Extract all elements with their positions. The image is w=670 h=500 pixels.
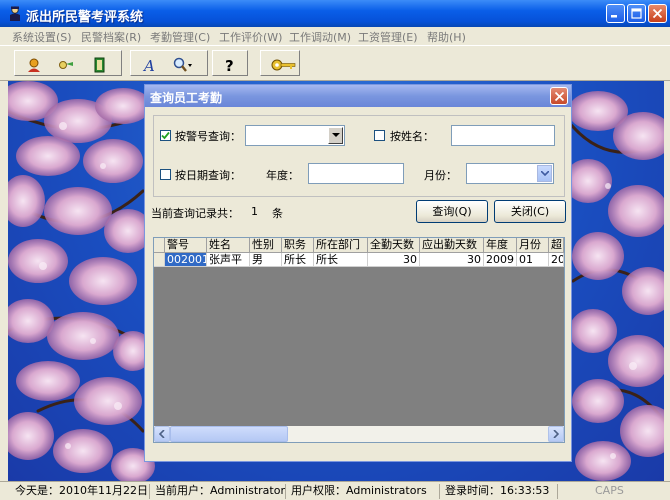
toolbar-group-3: ? <box>212 50 248 76</box>
status-perm-label: 用户权限： <box>291 484 346 497</box>
svg-text:?: ? <box>225 57 234 73</box>
status-caps: CAPS <box>595 484 624 497</box>
cell-department[interactable]: 所长 <box>314 253 368 267</box>
name-input[interactable] <box>451 125 555 146</box>
menu-transfer[interactable]: 工作调动(M) <box>289 29 351 45</box>
col-header[interactable]: 月份 <box>517 238 549 253</box>
status-permission: 用户权限：Administrators <box>286 484 440 499</box>
scroll-left-icon[interactable] <box>154 426 170 442</box>
user-icon[interactable] <box>21 55 47 75</box>
record-count-unit: 条 <box>272 207 283 220</box>
close-button[interactable]: 关闭(C) <box>494 200 566 223</box>
status-date-label: 今天是： <box>15 484 59 497</box>
col-header[interactable]: 姓名 <box>207 238 250 253</box>
by-date-label: 按日期查询： <box>175 169 241 182</box>
chevron-down-icon[interactable] <box>328 127 343 144</box>
status-user-label: 当前用户： <box>155 484 210 497</box>
window-title: 派出所民警考评系统 <box>26 10 144 25</box>
cell-gender[interactable]: 男 <box>250 253 282 267</box>
status-perm-value: Administrators <box>346 484 427 497</box>
cell-police-id[interactable]: 002001 <box>165 253 207 267</box>
by-name-label: 按姓名： <box>390 130 434 143</box>
status-user-value: Administrator <box>210 484 285 497</box>
row-header[interactable] <box>154 253 165 267</box>
menu-attendance[interactable]: 考勤管理(C) <box>150 29 210 45</box>
by-date-checkbox[interactable] <box>160 169 171 180</box>
by-id-checkbox[interactable] <box>160 130 171 141</box>
by-id-label: 按警号查询： <box>175 130 241 143</box>
col-header[interactable]: 性别 <box>250 238 282 253</box>
toolbar-group-1 <box>14 50 122 76</box>
app-police-icon <box>8 6 22 21</box>
status-date: 今天是：2010年11月22日 <box>10 484 150 499</box>
record-count-label: 当前查询记录共： <box>151 207 239 220</box>
maximize-button[interactable] <box>627 4 646 23</box>
status-bar: 今天是：2010年11月22日 当前用户：Administrator 用户权限：… <box>0 481 670 500</box>
col-header[interactable]: 应出勤天数 <box>420 238 484 253</box>
status-date-value: 2010年11月22日 <box>59 484 148 497</box>
scroll-thumb[interactable] <box>170 426 288 442</box>
query-button[interactable]: 查询(Q) <box>416 200 488 223</box>
help-question-icon[interactable]: ? <box>217 55 243 75</box>
cell-position[interactable]: 所长 <box>282 253 314 267</box>
status-login-time: 登录时间：16:33:53 <box>440 484 558 499</box>
menu-evaluation[interactable]: 工作评价(W) <box>219 29 282 45</box>
col-header[interactable]: 所在部门 <box>314 238 368 253</box>
key-pair-icon[interactable] <box>53 55 79 75</box>
toolbar: A ? <box>0 45 670 81</box>
dialog-close-icon[interactable] <box>550 87 568 105</box>
status-login-value: 16:33:53 <box>500 484 550 497</box>
right-frame <box>664 81 670 481</box>
col-header[interactable]: 超 <box>549 238 564 253</box>
year-label: 年度： <box>266 169 299 182</box>
month-combo[interactable] <box>466 163 554 184</box>
horizontal-scrollbar[interactable] <box>154 426 564 442</box>
table-row[interactable]: 002001 张声平 男 所长 所长 30 30 2009 01 20 <box>154 253 564 267</box>
record-count-value: 1 <box>251 205 258 218</box>
close-window-button[interactable] <box>648 4 667 23</box>
search-icon[interactable] <box>167 55 193 75</box>
key-icon[interactable] <box>265 55 297 75</box>
menu-help[interactable]: 帮助(H) <box>427 29 466 45</box>
menu-bar: 系统设置(S) 民警档案(R) 考勤管理(C) 工作评价(W) 工作调动(M) … <box>0 27 670 45</box>
toolbar-group-2: A <box>130 50 208 76</box>
menu-police-records[interactable]: 民警档案(R) <box>81 29 141 45</box>
cell-overflow[interactable]: 20 <box>549 253 564 267</box>
menu-salary[interactable]: 工资管理(E) <box>358 29 418 45</box>
query-criteria-group: 按警号查询： 按姓名： 按日期查询： 年度： 月份： <box>153 115 565 197</box>
status-user: 当前用户：Administrator <box>150 484 286 499</box>
exit-door-icon[interactable] <box>87 55 113 75</box>
left-frame <box>0 81 8 481</box>
status-login-label: 登录时间： <box>445 484 500 497</box>
toolbar-group-4 <box>260 50 300 76</box>
grid-header-row: 警号 姓名 性别 职务 所在部门 全勤天数 应出勤天数 年度 月份 超 <box>154 238 564 253</box>
col-header[interactable]: 全勤天数 <box>368 238 420 253</box>
chevron-down-icon[interactable] <box>537 165 552 182</box>
police-id-combo[interactable] <box>245 125 345 146</box>
month-label: 月份： <box>424 169 457 182</box>
col-header[interactable]: 年度 <box>484 238 517 253</box>
minimize-button[interactable] <box>606 4 625 23</box>
svg-text:A: A <box>142 57 155 73</box>
cell-required-days[interactable]: 30 <box>420 253 484 267</box>
col-header[interactable]: 警号 <box>165 238 207 253</box>
cell-full-days[interactable]: 30 <box>368 253 420 267</box>
font-icon[interactable]: A <box>137 55 163 75</box>
col-header[interactable]: 职务 <box>282 238 314 253</box>
dialog-title: 查询员工考勤 <box>150 91 223 105</box>
cell-name[interactable]: 张声平 <box>207 253 250 267</box>
menu-system-settings[interactable]: 系统设置(S) <box>12 29 72 45</box>
attendance-grid[interactable]: 警号 姓名 性别 职务 所在部门 全勤天数 应出勤天数 年度 月份 超 0020… <box>153 237 565 443</box>
dialog-title-bar[interactable]: 查询员工考勤 <box>145 85 571 107</box>
cell-year[interactable]: 2009 <box>484 253 517 267</box>
by-name-checkbox[interactable] <box>374 130 385 141</box>
main-title-bar[interactable]: 派出所民警考评系统 <box>0 0 670 27</box>
scroll-right-icon[interactable] <box>548 426 564 442</box>
row-header-corner <box>154 238 165 253</box>
year-input[interactable] <box>308 163 404 184</box>
cell-month[interactable]: 01 <box>517 253 549 267</box>
query-attendance-dialog: 查询员工考勤 按警号查询： 按姓名： 按日期查询： 年度： 月份： 当前查询记录… <box>144 84 572 462</box>
